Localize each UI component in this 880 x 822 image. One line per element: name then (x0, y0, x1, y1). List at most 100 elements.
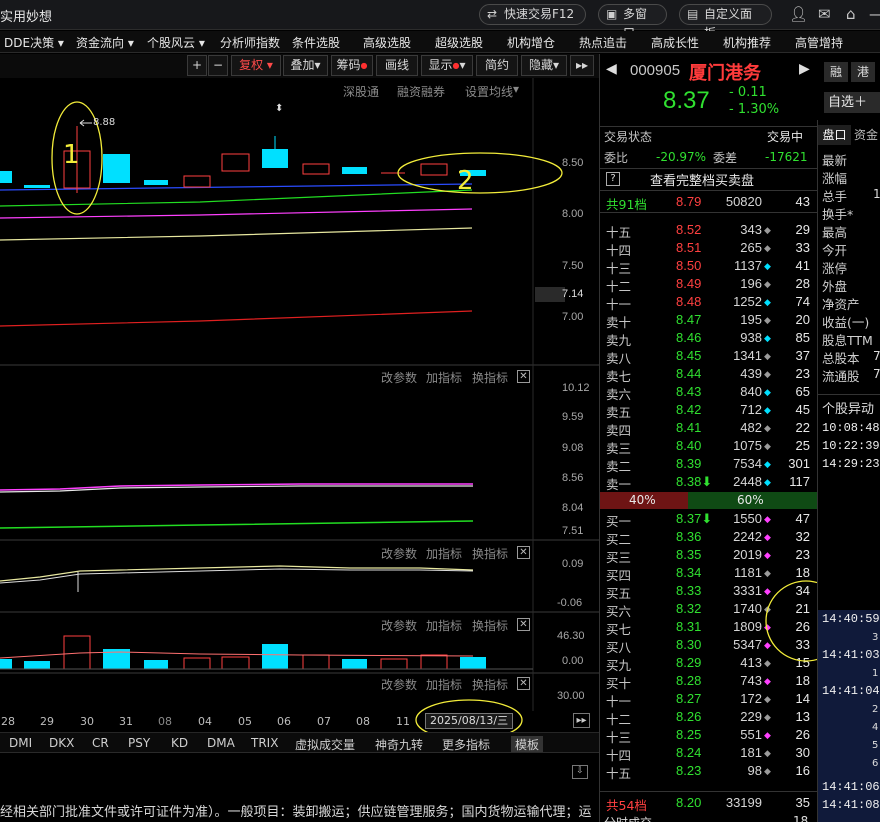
user-icon[interactable]: 👤︎ (789, 5, 808, 23)
menu-high-growth[interactable]: 高成长性 (651, 34, 699, 51)
tab-fund[interactable]: 资金 (854, 125, 878, 145)
multi-window-button[interactable]: ▣多窗口 (598, 4, 667, 40)
buy_book-row[interactable]: 十三 8.25 551 ◆ 26 (600, 726, 818, 745)
sell_book-row[interactable]: 十二 8.49 196 ◆ 28 (600, 275, 818, 294)
sell_book-row[interactable]: 十三 8.50 1137 ◆ 41 (600, 257, 818, 276)
anomaly-time[interactable]: 14:29:23 (822, 457, 880, 471)
help-icon[interactable]: ? (606, 172, 620, 186)
full-book-button[interactable]: 查看完整档买卖盘 (650, 170, 754, 189)
quick-trade-button[interactable]: ⇄ 快速交易F12 (479, 4, 586, 25)
sub3-switch-indicator[interactable]: 换指标 (472, 617, 508, 634)
sell_book-row[interactable]: 卖八 8.45 1341 ◆ 37 (600, 347, 818, 366)
sell_book-row[interactable]: 十五 8.52 343 ◆ 29 (600, 221, 818, 240)
sub3-close-icon[interactable]: ✕ (517, 618, 530, 631)
menu-condition-pick[interactable]: 条件选股 (292, 34, 340, 51)
sub2-change-param[interactable]: 改参数 (381, 545, 417, 562)
zoom-in-button[interactable]: + (187, 55, 207, 76)
sell_book-row[interactable]: 卖一 8.38⬇ 2448 ◆ 117 (600, 473, 818, 492)
sell_book-row[interactable]: 卖九 8.46 938 ◆ 85 (600, 329, 818, 348)
minimize-icon[interactable]: — (869, 5, 880, 23)
anomaly-time[interactable]: 10:22:39 (822, 439, 880, 453)
sub2-add-indicator[interactable]: 加指标 (426, 545, 462, 562)
menu-institution-add[interactable]: 机构增仓 (507, 34, 555, 51)
sub4-change-param[interactable]: 改参数 (381, 676, 417, 693)
tab-dkx[interactable]: DKX (49, 736, 74, 750)
sell_book-row[interactable]: 卖三 8.40 1075 ◆ 25 (600, 437, 818, 456)
simple-button[interactable]: 简约 (476, 55, 518, 76)
menu-hot-chase[interactable]: 热点追击 (579, 34, 627, 51)
draw-line-button[interactable]: 画线 (376, 55, 418, 76)
anomaly-time[interactable]: 10:08:48 (822, 421, 880, 435)
sell_book-row[interactable]: 卖七 8.44 439 ◆ 23 (600, 365, 818, 384)
buy_book-row[interactable]: 买十 8.28 743 ◆ 18 (600, 672, 818, 691)
menu-stock-news[interactable]: 个股风云 ▾ (147, 34, 205, 51)
menu-analyst-index[interactable]: 分析师指数 (220, 34, 280, 51)
tick-trades-label[interactable]: 分时成交 (604, 814, 652, 822)
sell_book-row[interactable]: 卖四 8.41 482 ◆ 22 (600, 419, 818, 438)
sub2-switch-indicator[interactable]: 换指标 (472, 545, 508, 562)
sell_book-row[interactable]: 卖五 8.42 712 ◆ 45 (600, 401, 818, 420)
buy_book-row[interactable]: 买三 8.35 2019 ◆ 23 (600, 546, 818, 565)
hide-button[interactable]: 隐藏▾ (521, 55, 567, 76)
link-hk-connect[interactable]: 深股通 (343, 83, 379, 100)
menu-dde[interactable]: DDE决策 ▾ (4, 34, 64, 51)
sell_book-row[interactable]: 卖十 8.47 195 ◆ 20 (600, 311, 818, 330)
overlay-dropdown[interactable]: 叠加▾ (283, 55, 328, 76)
prev-stock-icon[interactable]: ◀ (606, 61, 617, 77)
sub4-add-indicator[interactable]: 加指标 (426, 676, 462, 693)
tab-template[interactable]: 模板 (511, 736, 544, 753)
stock-anomaly-title[interactable]: 个股异动 (822, 398, 874, 417)
collapse-icon[interactable]: ⇩ (572, 765, 588, 779)
mail-icon[interactable]: ✉ (818, 5, 831, 23)
sub1-change-param[interactable]: 改参数 (381, 369, 417, 386)
link-set-ma[interactable]: 设置均线 (465, 83, 513, 100)
zoom-out-button[interactable]: − (208, 55, 228, 76)
sub3-change-param[interactable]: 改参数 (381, 617, 417, 634)
sub1-add-indicator[interactable]: 加指标 (426, 369, 462, 386)
display-dropdown[interactable]: 显示●▾ (421, 55, 473, 76)
chevron-down-icon[interactable]: ▾ (513, 82, 519, 96)
custom-panel-button[interactable]: ▤自定义面板 (679, 4, 772, 40)
tab-pankou[interactable]: 盘口 (818, 125, 851, 145)
tab-trix[interactable]: TRIX (251, 736, 278, 750)
expand-panel-button[interactable]: ▸▸ (570, 55, 594, 76)
tab-virtual-volume[interactable]: 虚拟成交量 (295, 736, 355, 753)
buy_book-row[interactable]: 十五 8.23 98 ◆ 16 (600, 762, 818, 781)
sub1-close-icon[interactable]: ✕ (517, 370, 530, 383)
sell_book-row[interactable]: 卖六 8.43 840 ◆ 65 (600, 383, 818, 402)
buy_book-row[interactable]: 十四 8.24 181 ◆ 30 (600, 744, 818, 763)
sub1-switch-indicator[interactable]: 换指标 (472, 369, 508, 386)
sell_book-row[interactable]: 十四 8.51 265 ◆ 33 (600, 239, 818, 258)
sub4-switch-indicator[interactable]: 换指标 (472, 676, 508, 693)
sell_book-row[interactable]: 十一 8.48 1252 ◆ 74 (600, 293, 818, 312)
chip-button[interactable]: 筹码● (331, 55, 373, 76)
sell_book-row[interactable]: 卖二 8.39 7534 ◆ 301 (600, 455, 818, 474)
tab-magic-nine[interactable]: 神奇九转 (375, 736, 423, 753)
sub4-close-icon[interactable]: ✕ (517, 677, 530, 690)
link-margin[interactable]: 融资融券 (397, 83, 445, 100)
next-stock-icon[interactable]: ▶ (799, 61, 810, 77)
menu-fund-flow[interactable]: 资金流向 ▾ (76, 34, 134, 51)
scroll-end-icon[interactable]: ▸▸ (573, 713, 590, 728)
tab-dma[interactable]: DMA (207, 736, 235, 750)
buy_book-row[interactable]: 十一 8.27 172 ◆ 14 (600, 690, 818, 709)
menu-exec-increase[interactable]: 高管增持 (795, 34, 843, 51)
hk-connect-badge[interactable]: 港 (851, 62, 875, 82)
tab-more-indicators[interactable]: 更多指标 (442, 736, 490, 753)
tab-cr[interactable]: CR (92, 736, 109, 750)
buy_book-row[interactable]: 买一 8.37⬇ 1550 ◆ 47 (600, 510, 818, 529)
sub3-add-indicator[interactable]: 加指标 (426, 617, 462, 634)
fuquan-dropdown[interactable]: 复权 ▾ (231, 55, 281, 76)
tab-psy[interactable]: PSY (128, 736, 150, 750)
menu-advanced-pick[interactable]: 高级选股 (363, 34, 411, 51)
tab-dmi[interactable]: DMI (9, 736, 32, 750)
buy_book-row[interactable]: 买二 8.36 2242 ◆ 32 (600, 528, 818, 547)
buy_book-row[interactable]: 十二 8.26 229 ◆ 13 (600, 708, 818, 727)
menu-super-pick[interactable]: 超级选股 (435, 34, 483, 51)
margin-badge[interactable]: 融 (824, 62, 848, 82)
tab-kd[interactable]: KD (171, 736, 188, 750)
kline-chart-area[interactable]: ⬍ 深股通 融资融券 设置均线 ▾ 8.88 1 2 8.50 8.00 7.5… (0, 78, 599, 731)
add-watchlist-button[interactable]: 自选＋ (824, 92, 880, 113)
home-icon[interactable]: ⌂ (846, 5, 856, 23)
menu-institution-rec[interactable]: 机构推荐 (723, 34, 771, 51)
